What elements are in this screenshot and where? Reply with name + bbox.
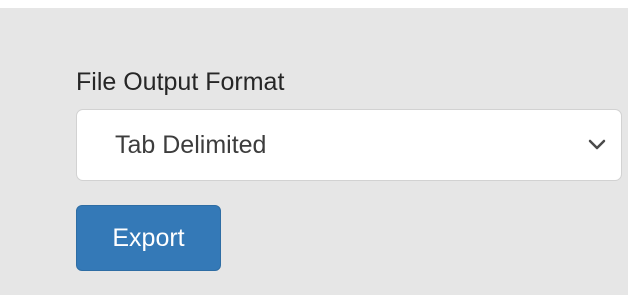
chevron-down-icon <box>588 139 606 150</box>
file-output-format-selected-value: Tab Delimited <box>115 131 267 159</box>
export-panel: File Output Format Tab Delimited Export <box>0 8 628 295</box>
file-output-format-select[interactable]: Tab Delimited <box>76 109 622 181</box>
export-button[interactable]: Export <box>76 205 221 271</box>
file-output-format-label: File Output Format <box>76 68 285 96</box>
